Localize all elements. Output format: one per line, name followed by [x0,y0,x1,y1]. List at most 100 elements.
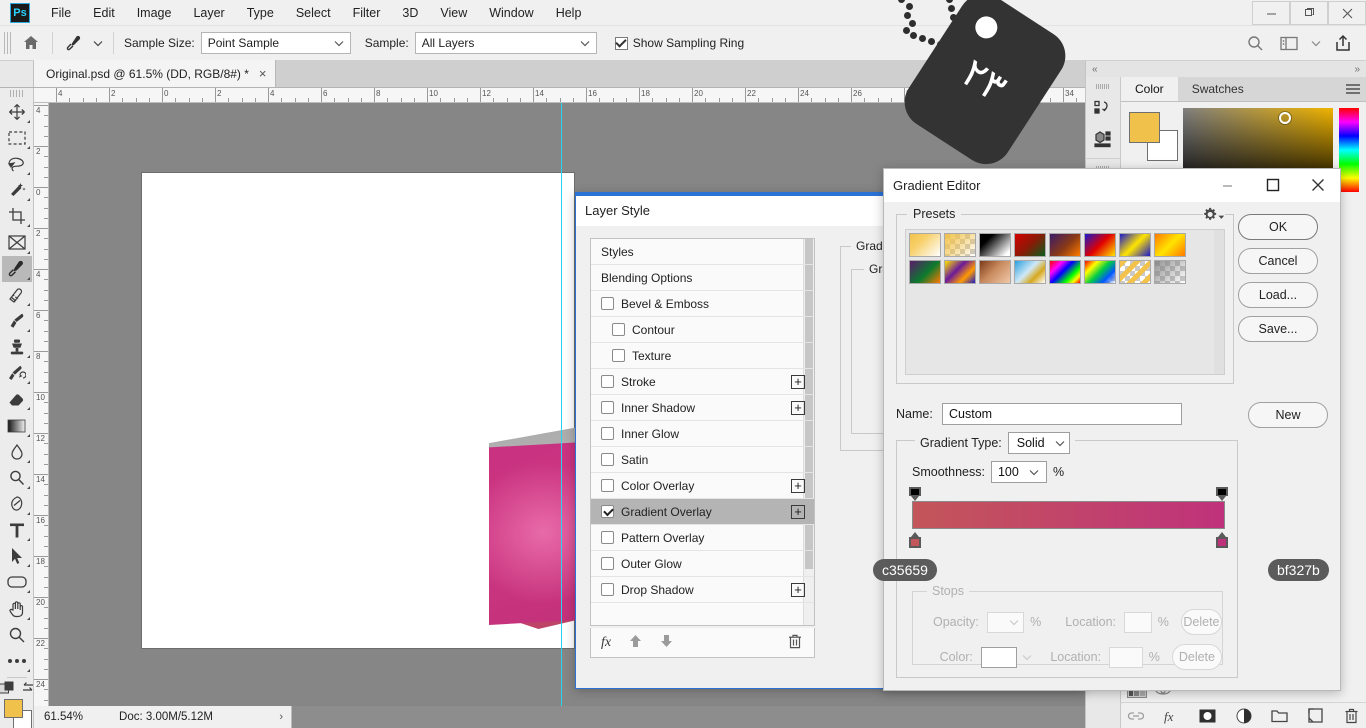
add-effect-plus-icon[interactable]: + [791,478,805,493]
color-panel-swatches[interactable] [1129,112,1178,161]
preset-blue-red-yellow[interactable] [1084,233,1116,257]
move-up-icon[interactable] [629,634,642,651]
clone-stamp-tool[interactable] [2,334,32,360]
menu-edit[interactable]: Edit [82,2,126,24]
quick-selection-tool[interactable] [2,177,32,203]
eraser-tool[interactable] [2,386,32,412]
effect-row-blending-options[interactable]: Blending Options [591,265,814,291]
effect-checkbox[interactable] [601,401,614,414]
search-icon[interactable] [1240,30,1270,56]
effect-checkbox[interactable] [601,479,614,492]
preset-orange-yellow-orange[interactable] [1154,233,1186,257]
preset-red-green[interactable] [1014,233,1046,257]
artboard[interactable] [142,173,680,648]
color-swatches[interactable] [2,698,32,728]
effect-row-inner-shadow[interactable]: Inner Shadow + [591,395,814,421]
history-icon[interactable] [1088,94,1118,124]
effect-checkbox[interactable] [601,427,614,440]
opacity-location-input[interactable] [1124,611,1152,633]
preset-spectrum[interactable] [1049,260,1081,284]
effect-checkbox[interactable] [601,531,614,544]
preset-transparent-stripes[interactable] [1119,260,1151,284]
tab-color[interactable]: Color [1121,77,1178,101]
rectangle-tool[interactable] [2,569,32,595]
effect-row-contour[interactable]: Contour [591,317,814,343]
menu-view[interactable]: View [429,2,478,24]
effect-checkbox[interactable] [601,453,614,466]
foreground-color-swatch[interactable] [3,698,23,718]
preset-foreground-to-transparent[interactable] [944,233,976,257]
menu-type[interactable]: Type [236,2,285,24]
menu-file[interactable]: File [40,2,82,24]
3d-icon[interactable] [1088,124,1118,154]
close-button[interactable] [1328,1,1366,25]
effect-row-texture[interactable]: Texture [591,343,814,369]
effect-checkbox[interactable] [601,505,614,518]
share-icon[interactable] [1328,30,1358,56]
dodge-tool[interactable] [2,465,32,491]
preset-black-white[interactable] [979,233,1011,257]
eyedropper-icon[interactable] [59,30,89,56]
preset-violet-green-orange[interactable] [909,260,941,284]
collapse-right-icon[interactable]: » [1354,64,1360,75]
hue-strip[interactable] [1339,108,1359,192]
mini-dock-grip[interactable] [1096,84,1110,89]
preset-foreground-to-background[interactable] [909,233,941,257]
options-bar-grip[interactable] [4,32,13,54]
preset-transparent-rainbow[interactable] [1084,260,1116,284]
effect-row-styles[interactable]: Styles [591,239,814,265]
sample-size-select[interactable]: Point Sample [200,32,351,54]
menu-select[interactable]: Select [285,2,342,24]
close-tab-icon[interactable]: × [259,66,267,81]
lasso-tool[interactable] [2,151,32,177]
workspace-icon[interactable] [1274,30,1304,56]
presets-scrollbar[interactable] [1214,230,1224,374]
add-effect-plus-icon[interactable]: + [791,582,805,597]
zoom-level[interactable]: 61.54% [34,711,91,723]
move-down-icon[interactable] [660,634,673,651]
opacity-stop-left[interactable] [909,487,921,501]
color-stop-left[interactable] [909,532,921,548]
add-effect-plus-icon[interactable]: + [791,400,805,415]
fx-icon[interactable]: fx [601,635,611,651]
fx-icon[interactable]: fx [1163,707,1181,725]
effect-row-outer-glow[interactable]: Outer Glow [591,551,814,577]
preset-chrome[interactable] [1014,260,1046,284]
pen-tool[interactable] [2,491,32,517]
document-tab[interactable]: Original.psd @ 61.5% (DD, RGB/8#) * × [34,60,276,87]
gradient-type-select[interactable]: Solid [1007,432,1070,454]
minimize-button[interactable] [1252,1,1290,25]
effect-row-pattern-overlay[interactable]: Pattern Overlay [591,525,814,551]
gear-icon[interactable] [1203,205,1225,223]
gradient-preview-bar[interactable] [912,501,1225,529]
color-panel-foreground-swatch[interactable] [1129,112,1160,143]
effect-row-drop-shadow[interactable]: Drop Shadow + [591,577,814,603]
smoothness-select[interactable]: 100 [990,461,1047,483]
tool-preset-chevron-icon[interactable] [89,30,107,56]
menu-layer[interactable]: Layer [182,2,235,24]
load-button[interactable]: Load... [1238,282,1318,308]
gradient-editor-maximize-button[interactable] [1250,169,1295,202]
effect-checkbox[interactable] [612,323,625,336]
gradient-name-input[interactable]: Custom [942,403,1182,425]
effect-row-bevel-emboss[interactable]: Bevel & Emboss [591,291,814,317]
quick-mask-icon[interactable] [0,681,15,695]
menu-filter[interactable]: Filter [342,2,392,24]
effect-row-gradient-overlay[interactable]: Gradient Overlay + [591,499,814,525]
preset-blue-yellow-blue[interactable] [1119,233,1151,257]
gradient-editor-close-button[interactable] [1295,169,1340,202]
add-effect-plus-icon[interactable]: + [791,504,805,519]
color-swatch-input[interactable] [980,646,1018,668]
blur-tool[interactable] [2,439,32,465]
brush-tool[interactable] [2,308,32,334]
edit-toolbar-ellipsis-icon[interactable] [2,648,32,674]
preset-yellow-violet-orange-blue[interactable] [944,260,976,284]
maximize-button[interactable] [1290,1,1328,25]
dock-collapse-bar[interactable]: « » [1086,61,1366,77]
spot-healing-brush-tool[interactable] [2,282,32,308]
effect-row-stroke[interactable]: Stroke + [591,369,814,395]
link-icon[interactable] [1127,707,1145,725]
menu-help[interactable]: Help [545,2,593,24]
menu-window[interactable]: Window [478,2,544,24]
delete-effect-trash-icon[interactable] [788,634,802,652]
